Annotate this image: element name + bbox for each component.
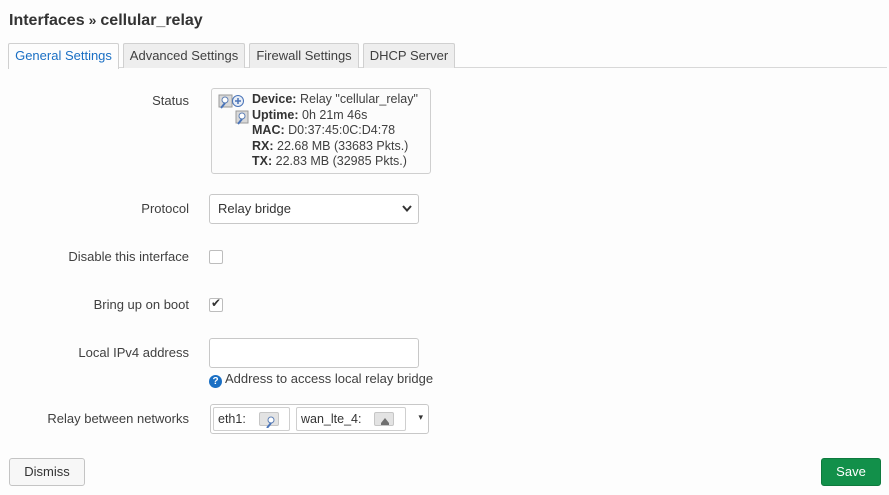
disable-interface-label: Disable this interface	[68, 249, 189, 264]
local-ipv4-input[interactable]	[209, 338, 419, 368]
status-mac: MAC: D0:37:45:0C:D4:78	[252, 123, 396, 137]
save-button[interactable]: Save	[821, 458, 881, 486]
tab-dhcp-server[interactable]: DHCP Server	[363, 43, 455, 68]
breadcrumb-section: Interfaces	[9, 12, 85, 29]
protocol-select[interactable]: Relay bridge	[209, 194, 419, 224]
protocol-label: Protocol	[141, 201, 189, 216]
page-title: Interfaces» cellular_relay	[9, 12, 203, 30]
network-chip-wan-lte-4[interactable]: wan_lte_4:	[296, 407, 406, 431]
tab-advanced-settings[interactable]: Advanced Settings	[123, 43, 245, 68]
relay-status-icons	[218, 94, 252, 128]
local-ipv4-label: Local IPv4 address	[78, 345, 189, 360]
status-box: Device: Relay "cellular_relay" Uptime: 0…	[211, 88, 431, 174]
bring-up-on-boot-label: Bring up on boot	[93, 297, 189, 312]
checkmark-icon: ✔	[211, 296, 222, 310]
status-tx: TX: 22.83 MB (32985 Pkts.)	[252, 154, 407, 168]
ethernet-port-icon	[259, 412, 279, 429]
modem-icon	[374, 412, 394, 426]
tab-general-settings[interactable]: General Settings	[8, 43, 119, 69]
tab-firewall-settings[interactable]: Firewall Settings	[249, 43, 359, 68]
interface-name: cellular_relay	[100, 12, 203, 29]
status-uptime: Uptime: 0h 21m 46s	[252, 107, 368, 122]
network-chip-eth1[interactable]: eth1:	[213, 407, 290, 431]
status-rx: RX: 22.68 MB (33683 Pkts.)	[252, 138, 409, 153]
tab-bar: General Settings Advanced Settings Firew…	[8, 43, 887, 69]
relay-networks-dropdown[interactable]: eth1: wan_lte_4: ▾	[210, 404, 429, 434]
chevron-down-icon	[402, 195, 412, 233]
local-ipv4-hint: ? Address to access local relay bridge	[209, 371, 433, 388]
relay-icon	[218, 94, 249, 125]
bring-up-on-boot-checkbox[interactable]: ✔	[209, 296, 223, 312]
status-label: Status	[152, 93, 189, 108]
help-icon: ?	[209, 375, 222, 388]
protocol-value: Relay bridge	[218, 201, 291, 216]
caret-down-icon: ▾	[418, 412, 423, 422]
relay-networks-label: Relay between networks	[47, 411, 189, 426]
disable-interface-checkbox[interactable]	[209, 250, 223, 264]
breadcrumb-separator: »	[88, 12, 97, 28]
dismiss-button[interactable]: Dismiss	[9, 458, 85, 486]
status-device: Device: Relay "cellular_relay"	[252, 92, 418, 106]
